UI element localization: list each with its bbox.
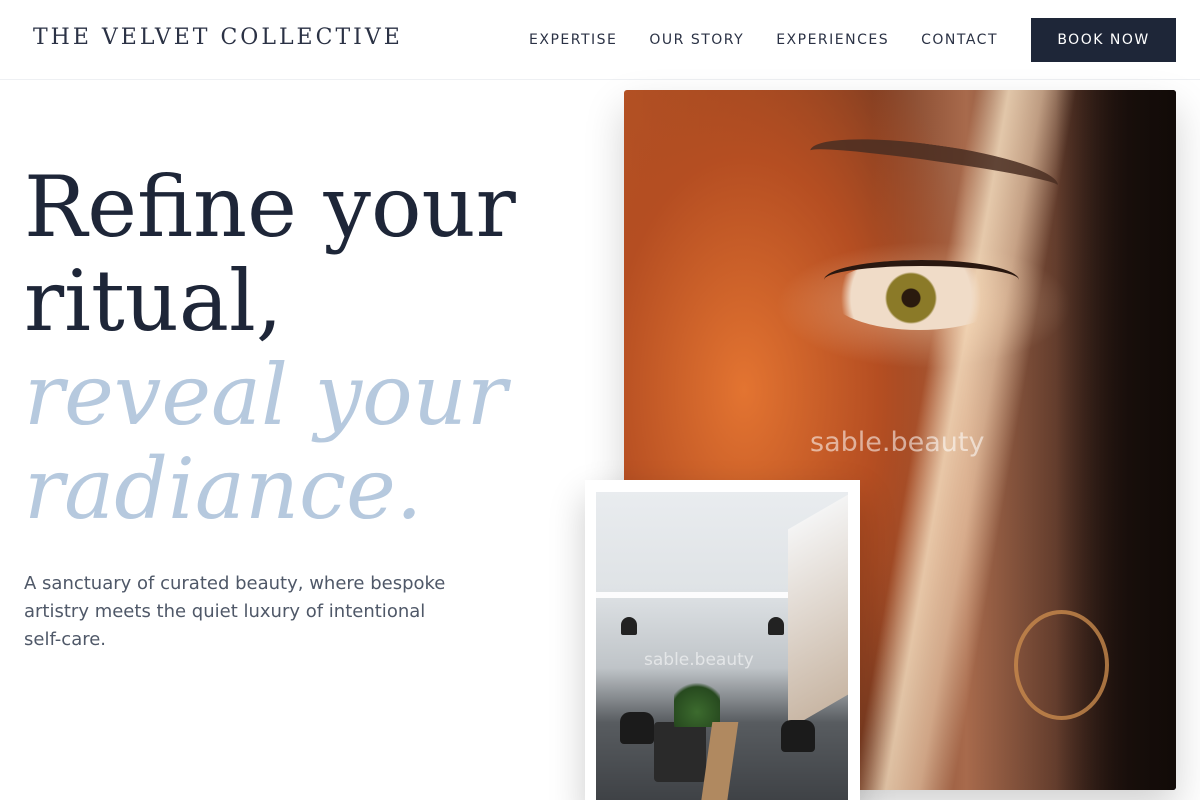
- brand-logo[interactable]: THE VELVET COLLECTIVE: [33, 25, 403, 50]
- image-watermark: sable.beauty: [810, 427, 985, 458]
- salon-bench: [654, 722, 706, 782]
- eyebrow-shape: [807, 127, 1061, 209]
- eyelash-shape: [824, 260, 1019, 300]
- book-now-button[interactable]: BOOK NOW: [1031, 18, 1176, 62]
- salon-wall: [788, 494, 848, 730]
- hero-subtitle: A sanctuary of curated beauty, where bes…: [24, 573, 446, 650]
- nav-contact[interactable]: CONTACT: [921, 32, 998, 48]
- salon-plant: [674, 677, 720, 727]
- hero-heading-line3: reveal your: [24, 346, 507, 444]
- site-header: THE VELVET COLLECTIVE EXPERTISE OUR STOR…: [0, 0, 1200, 80]
- pendant-lamp: [768, 617, 784, 635]
- nav-expertise[interactable]: EXPERTISE: [529, 32, 617, 48]
- nav-our-story[interactable]: OUR STORY: [649, 32, 744, 48]
- nav-experiences[interactable]: EXPERIENCES: [776, 32, 889, 48]
- salon-chair: [781, 720, 815, 752]
- earring-shape: [1014, 610, 1109, 720]
- main-nav: EXPERTISE OUR STORY EXPERIENCES CONTACT …: [497, 18, 1176, 62]
- pendant-lamp: [621, 617, 637, 635]
- salon-chair: [620, 712, 654, 744]
- inset-image-watermark: sable.beauty: [644, 650, 754, 670]
- hero-heading-line4: radiance.: [24, 440, 423, 538]
- salon-interior-image: sable.beauty: [596, 492, 848, 800]
- hero-heading-line1: Refine your: [24, 158, 516, 256]
- salon-image-frame: sable.beauty: [585, 480, 860, 800]
- hero-heading-line2: ritual,: [24, 252, 283, 350]
- hero-heading: Refine your ritual, reveal your radiance…: [24, 160, 516, 536]
